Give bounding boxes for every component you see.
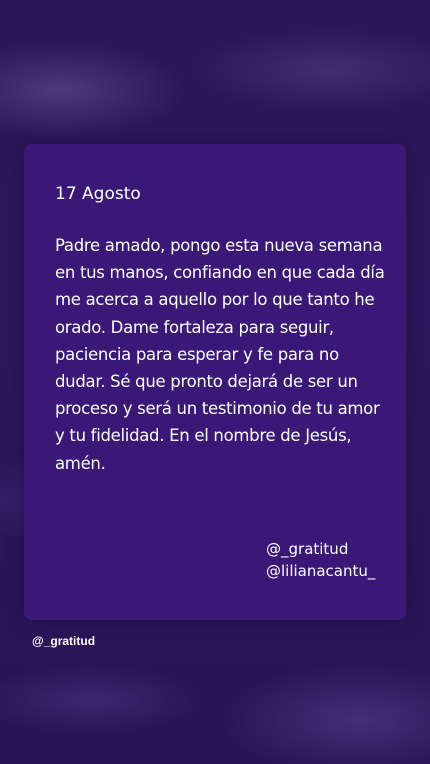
username-watermark[interactable]: @_gratitud [32, 634, 95, 648]
handle-gratitud[interactable]: @_gratitud [266, 538, 375, 560]
date-label: 17 Agosto [55, 184, 141, 204]
handle-lilianacantu[interactable]: @lilianacantu_ [266, 560, 375, 582]
prayer-text: Padre amado, pongo esta nueva semana en … [55, 236, 385, 473]
prayer-card: 17 Agosto Padre amado, pongo esta nueva … [24, 144, 406, 620]
author-handles: @_gratitud @lilianacantu_ [266, 538, 375, 582]
